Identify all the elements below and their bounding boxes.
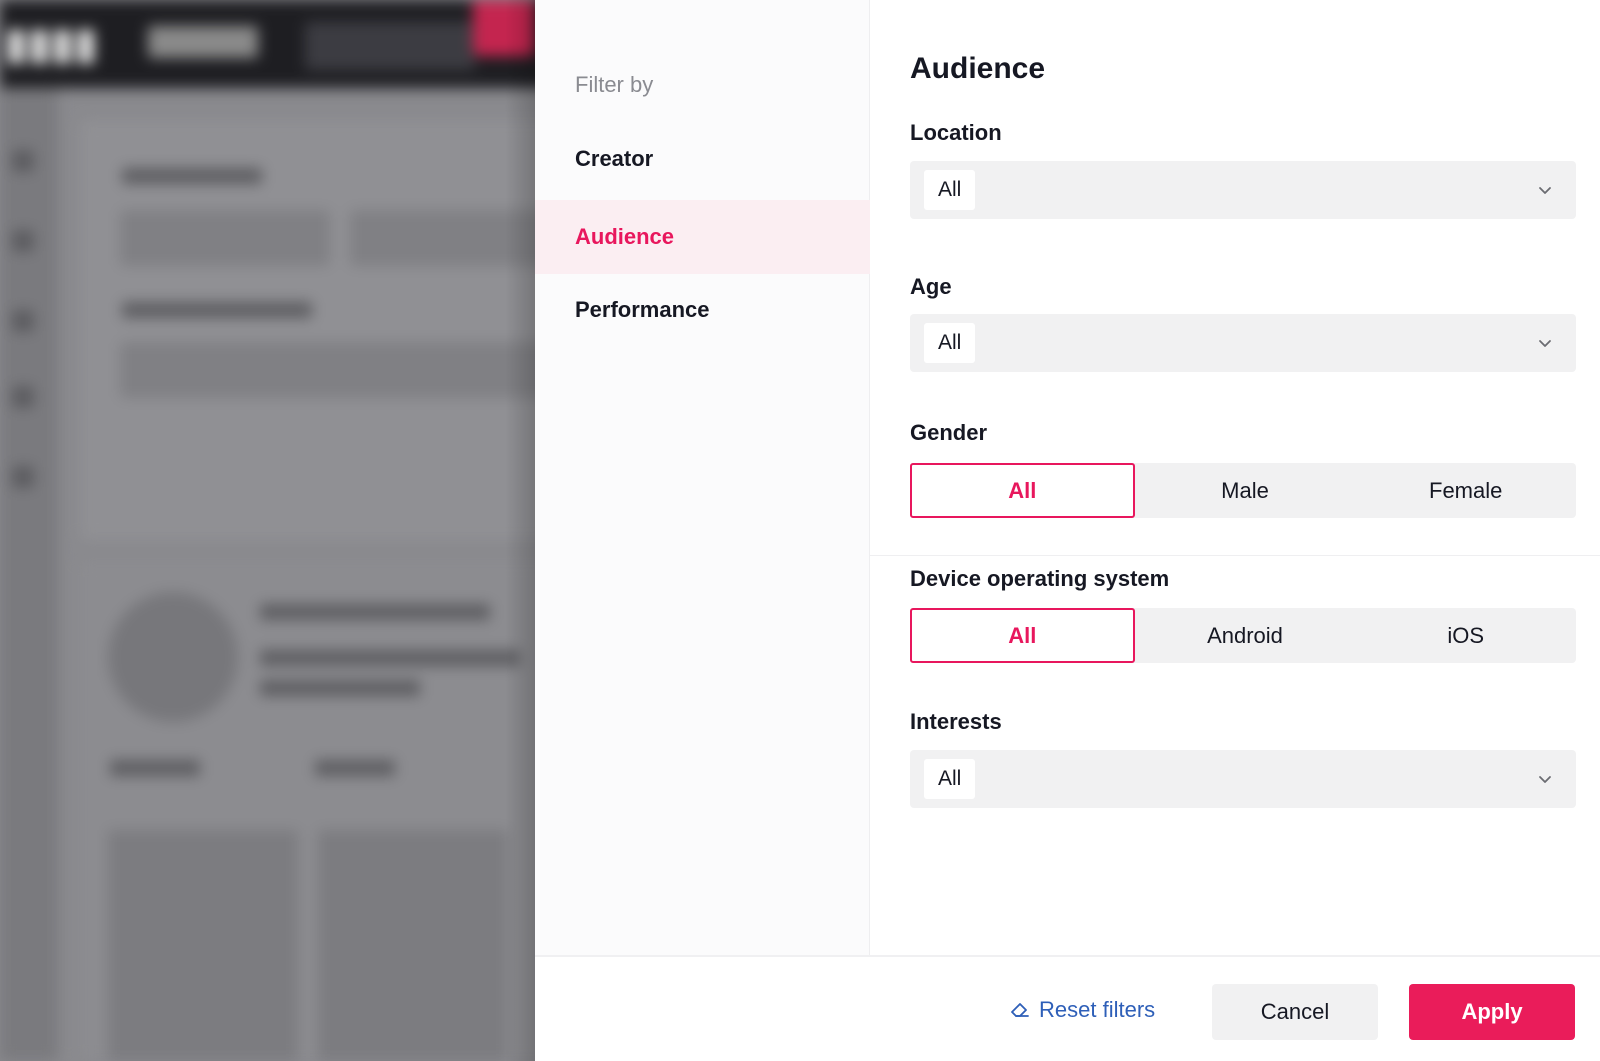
- location-select[interactable]: All: [910, 161, 1576, 219]
- background-field: [120, 342, 535, 398]
- drawer-footer: Reset filters Cancel Apply: [535, 955, 1600, 1061]
- background-text-line: [260, 604, 490, 620]
- background-text-line: [122, 302, 312, 318]
- nav-heading: Filter by: [575, 72, 654, 97]
- nav-item-label: Audience: [575, 224, 675, 249]
- eraser-icon: [1011, 1003, 1029, 1017]
- audience-filter-panel: Audience Location All Age All Gender All…: [870, 0, 1600, 955]
- background-video-tile: [108, 830, 298, 1061]
- background-sidebar: [0, 88, 58, 1061]
- background-video-tile: [318, 830, 508, 1061]
- background-app-blurred-content: ▮▮▮▮: [0, 0, 535, 1061]
- background-sidebar-icon: [12, 310, 34, 332]
- age-selected-value: All: [924, 323, 976, 363]
- background-field: [120, 210, 330, 266]
- reset-filters-link[interactable]: Reset filters: [1009, 985, 1155, 1035]
- background-text-line: [315, 760, 395, 776]
- reset-filters-label: Reset filters: [1039, 997, 1156, 1022]
- background-sidebar-icon: [12, 230, 34, 252]
- gender-option-all[interactable]: All: [910, 463, 1135, 518]
- background-avatar: [108, 592, 238, 722]
- interests-label: Interests: [910, 709, 1002, 734]
- cancel-button[interactable]: Cancel: [1212, 984, 1378, 1040]
- device-os-option-ios[interactable]: iOS: [1355, 608, 1576, 663]
- apply-button[interactable]: Apply: [1409, 984, 1575, 1040]
- device-os-toggle-group: All Android iOS: [910, 608, 1576, 663]
- nav-item-performance[interactable]: Performance: [535, 273, 870, 347]
- drawer-shadow: [505, 0, 535, 1061]
- device-os-label: Device operating system: [910, 566, 1170, 591]
- device-os-option-all[interactable]: All: [910, 608, 1135, 663]
- age-select[interactable]: All: [910, 314, 1576, 372]
- background-sidebar-icon: [12, 386, 34, 408]
- gender-option-male[interactable]: Male: [1135, 463, 1356, 518]
- gender-toggle-group: All Male Female: [910, 463, 1576, 518]
- background-logo-subtitle: [148, 26, 258, 58]
- background-filter-panel: [80, 120, 535, 540]
- background-text-line: [260, 650, 520, 666]
- background-text-line: [110, 760, 200, 776]
- background-text-line: [122, 168, 262, 184]
- section-divider: [870, 555, 1600, 556]
- location-label: Location: [910, 120, 1002, 145]
- nav-item-label: Creator: [575, 146, 654, 171]
- interests-selected-value: All: [924, 759, 976, 799]
- background-sidebar-icon: [12, 466, 34, 488]
- gender-option-female[interactable]: Female: [1355, 463, 1576, 518]
- device-os-option-android[interactable]: Android: [1135, 608, 1356, 663]
- nav-item-label: Performance: [575, 297, 710, 322]
- nav-item-audience[interactable]: Audience: [535, 200, 870, 274]
- age-label: Age: [910, 274, 952, 299]
- background-text-line: [260, 680, 420, 696]
- filter-category-nav: Filter by Creator Audience Performance: [535, 0, 870, 955]
- chevron-down-icon: [1539, 776, 1551, 783]
- section-title: Audience: [910, 52, 1046, 85]
- background-search-bar: [305, 22, 475, 70]
- interests-select[interactable]: All: [910, 750, 1576, 808]
- nav-item-creator[interactable]: Creator: [535, 122, 870, 196]
- background-sidebar-icon: [12, 150, 34, 172]
- background-app: ▮▮▮▮: [0, 0, 535, 1061]
- filter-drawer: Filter by Creator Audience Performance A…: [535, 0, 1600, 1061]
- location-selected-value: All: [924, 170, 976, 210]
- chevron-down-icon: [1539, 340, 1551, 347]
- gender-label: Gender: [910, 420, 988, 445]
- chevron-down-icon: [1539, 187, 1551, 194]
- background-logo: ▮▮▮▮: [4, 19, 98, 68]
